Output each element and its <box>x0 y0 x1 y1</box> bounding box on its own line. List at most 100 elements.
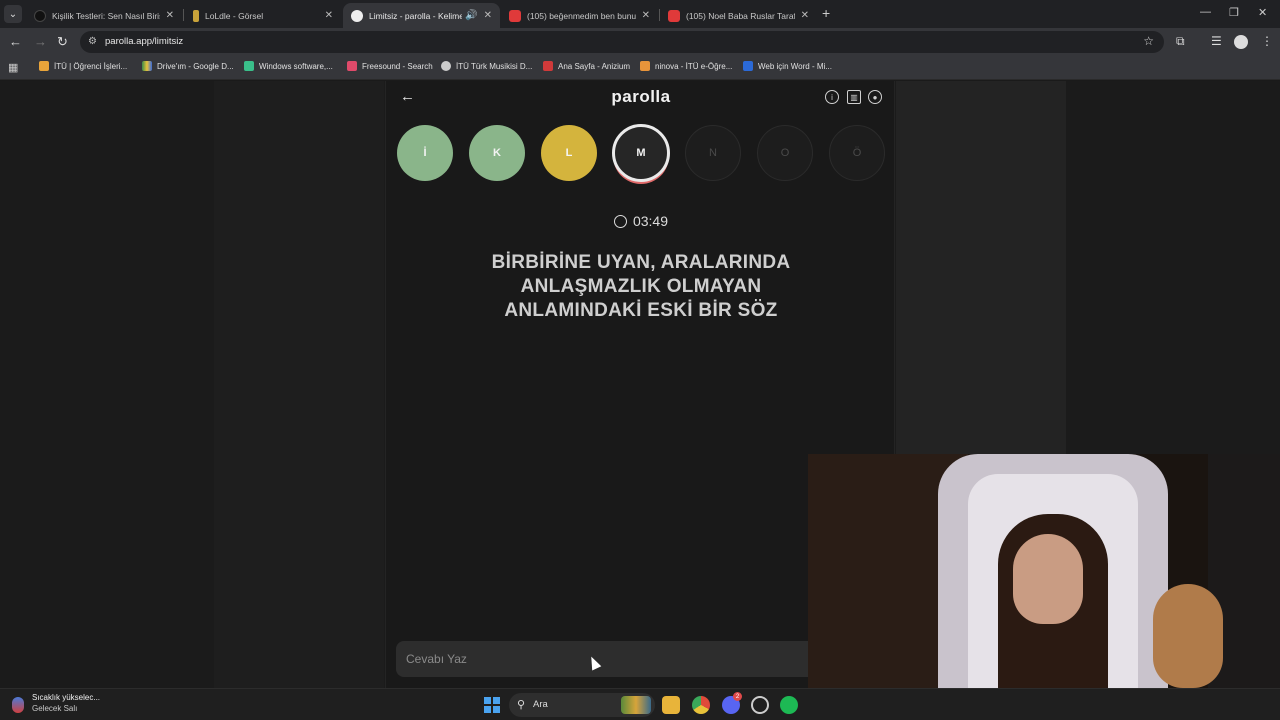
letter-circle-k: K <box>469 125 525 181</box>
question-line: BİRBİRİNE UYAN, ARALARINDA <box>491 252 791 273</box>
tab-loldle[interactable]: LoLdle - Görsel ✕ <box>185 3 341 28</box>
stats-icon[interactable]: ▥ <box>847 90 861 104</box>
letter-label: L <box>565 147 573 159</box>
tab-kisilik[interactable]: Kişilik Testleri: Sen Nasıl Birisin? ✕ <box>26 3 182 28</box>
info-icon[interactable]: i <box>825 90 839 104</box>
bookmark-star-icon[interactable]: ☆ <box>1143 34 1154 48</box>
letter-label: N <box>709 147 717 159</box>
taskbar-search[interactable]: ⚲ Ara <box>509 693 655 717</box>
discord-badge: 2 <box>733 692 742 701</box>
search-icon: ⚲ <box>517 699 526 711</box>
bookmark-item[interactable]: Ana Sayfa - Anizium <box>543 61 630 71</box>
bookmark-label: Windows software,... <box>259 61 333 71</box>
bookmark-item[interactable]: ninova - İTÜ e-Öğre... <box>640 61 732 71</box>
window-close-icon[interactable]: ✕ <box>1258 6 1267 19</box>
guitar-image <box>1153 584 1223 688</box>
ninova-icon <box>640 61 650 71</box>
letter-circle-oe: Ö <box>829 125 885 181</box>
bookmark-label: İTÜ Türk Musikisi D... <box>456 61 533 71</box>
tab-youtube-2[interactable]: (105) Noel Baba Ruslar Tarafınd ✕ <box>660 3 817 28</box>
bookmark-favicon-icon <box>39 61 49 71</box>
tab-divider <box>183 9 184 21</box>
letter-label: O <box>780 147 790 159</box>
apps-grid-icon[interactable]: ▦ <box>8 61 18 74</box>
tab-title: Kişilik Testleri: Sen Nasıl Birisin? <box>52 10 160 21</box>
word-icon <box>743 61 753 71</box>
taskbar: Sıcaklık yükselec... Gelecek Salı ⚲ Ara … <box>0 688 1280 720</box>
bookmark-item[interactable]: İTÜ Türk Musikisi D... <box>441 61 532 71</box>
close-icon[interactable]: ✕ <box>801 10 809 21</box>
tab-title: Limitsiz - parolla - Kelime o <box>369 10 463 21</box>
obs-icon[interactable] <box>751 696 769 714</box>
forward-icon[interactable]: → <box>34 34 47 49</box>
chrome-icon[interactable] <box>692 696 710 714</box>
left-gutter <box>214 81 384 688</box>
weather-widget[interactable]: Sıcaklık yükselec... Gelecek Salı <box>12 693 100 713</box>
omnibox[interactable]: ⚙ parolla.app/limitsiz ☆ <box>80 31 1164 53</box>
media-control-icon[interactable]: ☰ <box>1211 34 1222 48</box>
letter-circle-l: L <box>541 125 597 181</box>
timer: 03:49 <box>386 213 896 229</box>
letter-circle-m-current: M <box>612 124 670 182</box>
tab-strip: ⌄ Kişilik Testleri: Sen Nasıl Birisin? ✕… <box>0 0 1280 28</box>
letter-circle-o: O <box>757 125 813 181</box>
bookmark-item[interactable]: Freesound - Search <box>347 61 433 71</box>
spotify-icon[interactable] <box>780 696 798 714</box>
question-line: ANLAŞMAZLIK OLMAYAN <box>520 276 762 297</box>
timer-value: 03:49 <box>632 213 669 229</box>
weather-title: Sıcaklık yükselec... <box>32 693 101 702</box>
parolla-favicon-icon <box>351 9 363 22</box>
tab-title: (105) Noel Baba Ruslar Tarafınd <box>686 10 795 21</box>
profile-icon[interactable]: ● <box>868 90 882 104</box>
search-label: Ara <box>533 699 548 710</box>
freesound-icon <box>347 61 357 71</box>
bookmark-item[interactable]: Windows software,... <box>244 61 333 71</box>
letter-circle-n: N <box>685 125 741 181</box>
letter-label: Ö <box>852 147 862 159</box>
speaker-icon[interactable]: 🔊 <box>465 10 477 21</box>
anizium-icon <box>543 61 553 71</box>
tab-title: LoLdle - Görsel <box>205 10 264 21</box>
back-icon[interactable]: ← <box>9 34 22 49</box>
loldle-favicon-icon <box>193 9 199 22</box>
weather-subtitle: Gelecek Salı <box>32 704 78 713</box>
bookmark-label: ninova - İTÜ e-Öğre... <box>655 61 733 71</box>
file-explorer-icon[interactable] <box>662 696 680 714</box>
search-highlight-image <box>621 696 651 714</box>
close-icon[interactable]: ✕ <box>642 10 650 21</box>
bookmark-item[interactable]: Drive'ım - Google D... <box>142 61 234 71</box>
bookmark-label: Freesound - Search <box>362 61 433 71</box>
tab-youtube-1[interactable]: (105) beğenmedim ben bunu n ✕ <box>501 3 658 28</box>
drive-icon <box>142 61 152 71</box>
tab-search-button[interactable]: ⌄ <box>4 5 22 23</box>
restore-icon[interactable]: ❐ <box>1229 6 1239 19</box>
bookmark-item[interactable]: İTÜ | Öğrenci İşleri... <box>39 61 127 71</box>
new-tab-icon[interactable]: + <box>822 5 830 21</box>
question-text: BİRBİRİNE UYAN, ARALARINDA ANLAŞMAZLIK O… <box>436 251 846 323</box>
app-logo: parolla <box>611 87 671 106</box>
youtube-icon <box>509 9 521 22</box>
minimize-icon[interactable]: — <box>1200 6 1211 18</box>
site-info-icon[interactable]: ⚙ <box>88 36 100 48</box>
letter-circle-i: İ <box>397 125 453 181</box>
webcam-overlay <box>808 454 1280 688</box>
reload-icon[interactable]: ↻ <box>57 34 68 50</box>
tab-parolla[interactable]: Limitsiz - parolla - Kelime o 🔊 ✕ <box>343 3 500 28</box>
youtube-icon <box>668 9 680 22</box>
menu-kebab-icon[interactable]: ⋮ <box>1261 34 1273 48</box>
windows-start-icon[interactable] <box>484 697 500 713</box>
profile-avatar[interactable] <box>1234 35 1248 49</box>
url-text[interactable]: parolla.app/limitsiz <box>105 36 183 47</box>
close-icon[interactable]: ✕ <box>325 10 333 21</box>
tab-title: (105) beğenmedim ben bunu n <box>527 10 636 21</box>
site-favicon-icon <box>34 9 46 22</box>
thermometer-icon <box>12 697 24 713</box>
bookmark-label: Drive'ım - Google D... <box>157 61 234 71</box>
extensions-icon[interactable]: ⧉ <box>1176 34 1185 49</box>
close-icon[interactable]: ✕ <box>166 10 174 21</box>
streamer-face <box>1013 534 1083 624</box>
question-line: ANLAMINDAKİ ESKİ BİR SÖZ <box>504 300 778 321</box>
bookmark-item[interactable]: Web için Word - Mi... <box>743 61 832 71</box>
bookmark-label: Web için Word - Mi... <box>758 61 832 71</box>
close-icon[interactable]: ✕ <box>484 10 492 21</box>
